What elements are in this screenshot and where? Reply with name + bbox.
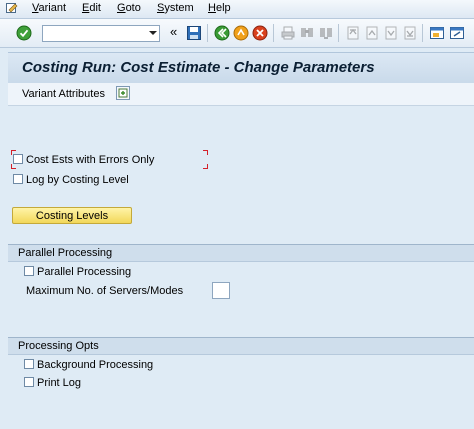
title-bar: Costing Run: Cost Estimate - Change Para… xyxy=(8,52,474,84)
focus-marker xyxy=(203,164,208,169)
new-session-icon[interactable] xyxy=(429,25,445,41)
back-icon[interactable] xyxy=(214,25,230,41)
chevron-down-icon[interactable] xyxy=(148,28,158,38)
group-header: Processing Opts xyxy=(8,338,474,355)
screen-menu-icon[interactable] xyxy=(6,2,18,14)
print-icon[interactable] xyxy=(280,25,296,41)
previous-page-icon[interactable] xyxy=(364,25,380,41)
find-icon[interactable] xyxy=(299,25,315,41)
print-log-label: Print Log xyxy=(37,377,82,389)
first-page-icon[interactable] xyxy=(345,25,361,41)
exit-icon[interactable] xyxy=(233,25,249,41)
cancel-icon[interactable] xyxy=(252,25,268,41)
max-servers-input[interactable] xyxy=(212,282,230,299)
menu-goto[interactable]: Goto xyxy=(117,2,141,14)
variant-attributes-label: Variant Attributes xyxy=(22,88,105,100)
toolbar-separator xyxy=(338,24,339,42)
menu-variant[interactable]: Variant xyxy=(32,2,66,14)
find-next-icon[interactable] xyxy=(318,25,334,41)
max-servers-label: Maximum No. of Servers/Modes xyxy=(26,285,184,297)
group-title: Parallel Processing xyxy=(18,247,113,259)
group-header: Parallel Processing xyxy=(8,245,474,262)
print-log-checkbox[interactable] xyxy=(24,377,34,387)
next-page-icon[interactable] xyxy=(383,25,399,41)
parallel-processing-label: Parallel Processing xyxy=(37,266,132,278)
toolbar-separator xyxy=(422,24,423,42)
menu-help[interactable]: Help xyxy=(208,2,231,14)
parallel-processing-checkbox[interactable] xyxy=(24,266,34,276)
log-by-costing-level-checkbox[interactable] xyxy=(13,174,23,184)
background-processing-label: Background Processing xyxy=(37,359,154,371)
menu-system[interactable]: System xyxy=(157,2,194,14)
group-title: Processing Opts xyxy=(18,340,99,352)
variant-attributes-icon[interactable] xyxy=(116,86,130,100)
cost-ests-errors-label: Cost Ests with Errors Only xyxy=(26,154,155,166)
command-input[interactable] xyxy=(43,26,147,41)
background-processing-checkbox[interactable] xyxy=(24,359,34,369)
costing-levels-button[interactable]: Costing Levels xyxy=(12,207,132,224)
application-toolbar: Variant Attributes xyxy=(8,83,474,106)
menu-edit[interactable]: Edit xyxy=(82,2,101,14)
save-icon[interactable] xyxy=(186,25,202,41)
log-by-costing-level-label: Log by Costing Level xyxy=(26,174,129,186)
cost-ests-errors-checkbox[interactable] xyxy=(13,154,23,164)
enter-check-icon[interactable] xyxy=(16,25,32,41)
focus-marker xyxy=(11,164,16,169)
page-title: Costing Run: Cost Estimate - Change Para… xyxy=(22,59,375,76)
toolbar-separator xyxy=(273,24,274,42)
standard-toolbar: « xyxy=(0,19,474,48)
collapse-command-icon[interactable]: « xyxy=(170,24,177,39)
menu-bar: Variant Edit Goto System Help xyxy=(0,0,474,19)
command-field[interactable] xyxy=(42,25,160,42)
last-page-icon[interactable] xyxy=(402,25,418,41)
create-shortcut-icon[interactable] xyxy=(449,25,465,41)
focus-marker xyxy=(203,150,208,155)
toolbar-separator xyxy=(207,24,208,42)
